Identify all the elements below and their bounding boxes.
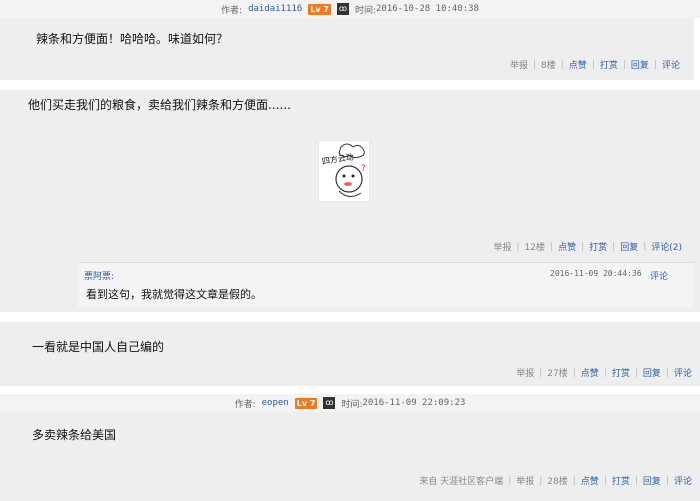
report-link[interactable]: 举报 (516, 366, 534, 379)
level-badge: Lv 7 (308, 3, 331, 15)
reply-item: 票阿票: 2016-11-09 20:44:36 评论 看到这句，我就觉得这文章… (78, 262, 694, 307)
post-meta-bar: 作者: daidai1116 Lv 7 ꝏ 时间: 2016-10-28 10:… (0, 0, 700, 18)
reply-time: 2016-11-09 20:44:36 (550, 269, 642, 278)
reply-text: 看到这句，我就觉得这文章是假的。 (86, 288, 262, 301)
sticker-graphic: 四方云动 ? (321, 143, 366, 197)
time-label: 时间: (341, 399, 363, 410)
author-link[interactable]: daidai1116 (248, 4, 302, 14)
time-label: 时间: (354, 5, 376, 16)
floor-number: 28楼 (547, 477, 568, 487)
comment-button[interactable]: 评论 (662, 58, 680, 71)
tip-button[interactable]: 打赏 (589, 240, 607, 253)
post-actions: 来自 天涯社区客户端 | 举报 | 28楼 | 点赞 | 打赏 | 回复 | 评论 (419, 474, 692, 488)
tip-button[interactable]: 打赏 (612, 474, 630, 487)
report-link[interactable]: 举报 (510, 58, 528, 71)
reply-button[interactable]: 回复 (643, 366, 661, 379)
user-badge-icon: ꝏ (336, 3, 349, 15)
post-text: 他们买走我们的粮食，卖给我们辣条和方便面...... (28, 98, 291, 112)
reply-button[interactable]: 回复 (643, 474, 661, 487)
post-actions: 举报 | 12楼 | 点赞 | 打赏 | 回复 | 评论(2) (493, 240, 683, 254)
svg-text:?: ? (361, 164, 366, 174)
level-badge: Lv 7 (294, 397, 318, 409)
post-text: 多卖辣条给美国 (32, 428, 117, 442)
post-time: 2016-11-09 22:09:23 (362, 398, 466, 408)
post-body: 多卖辣条给美国 来自 天涯社区客户端 | 举报 | 28楼 | 点赞 | 打赏 | 回复 |… (0, 412, 700, 501)
floor-number: 12楼 (524, 243, 546, 253)
author-label: 作者: (234, 399, 256, 410)
like-button[interactable]: 点赞 (558, 240, 576, 253)
tip-button[interactable]: 打赏 (600, 58, 618, 71)
comment-button[interactable]: 评论(2) (651, 240, 682, 253)
post-body: 一看就是中国人自己编的 举报 | 27楼 | 点赞 | 打赏 | 回复 | 评论 (0, 322, 700, 386)
like-button[interactable]: 点赞 (581, 474, 599, 487)
reply-button[interactable]: 回复 (620, 240, 638, 253)
report-link[interactable]: 举报 (494, 240, 512, 253)
post-time: 2016-10-28 10:40:38 (376, 4, 479, 14)
report-link[interactable]: 举报 (516, 474, 534, 487)
reply-comment-button[interactable]: 评论 (650, 269, 668, 282)
floor-number: 27楼 (547, 369, 568, 379)
post-text: 辣条和方便面！哈哈哈。味道如何？ (36, 32, 229, 46)
post-actions: 举报 | 8楼 | 点赞 | 打赏 | 回复 | 评论 (509, 58, 680, 72)
post-actions: 举报 | 27楼 | 点赞 | 打赏 | 回复 | 评论 (516, 366, 692, 380)
comment-button[interactable]: 评论 (674, 474, 692, 487)
like-button[interactable]: 点赞 (581, 366, 599, 379)
reply-button[interactable]: 回复 (631, 58, 649, 71)
like-button[interactable]: 点赞 (569, 58, 587, 71)
author-label: 作者: (221, 5, 243, 16)
sticker-image: 四方云动 ? (318, 140, 370, 202)
tip-button[interactable]: 打赏 (612, 366, 630, 379)
user-badge-icon: ꝏ (323, 397, 336, 409)
sticker-caption: 四方云动 (321, 152, 354, 166)
source-label: 来自 天涯社区客户端 (419, 477, 504, 487)
post-meta-bar: 作者: eopen Lv 7 ꝏ 时间: 2016-11-09 22:09:23 (0, 394, 700, 412)
comment-button[interactable]: 评论 (674, 366, 692, 379)
author-link[interactable]: eopen (262, 398, 289, 408)
floor-number: 8楼 (541, 61, 556, 71)
post-text: 一看就是中国人自己编的 (32, 340, 165, 354)
reply-author-link[interactable]: 票阿票: (84, 269, 114, 282)
post-body: 辣条和方便面！哈哈哈。味道如何？ 举报 | 8楼 | 点赞 | 打赏 | 回复 | 评论 (0, 18, 694, 80)
